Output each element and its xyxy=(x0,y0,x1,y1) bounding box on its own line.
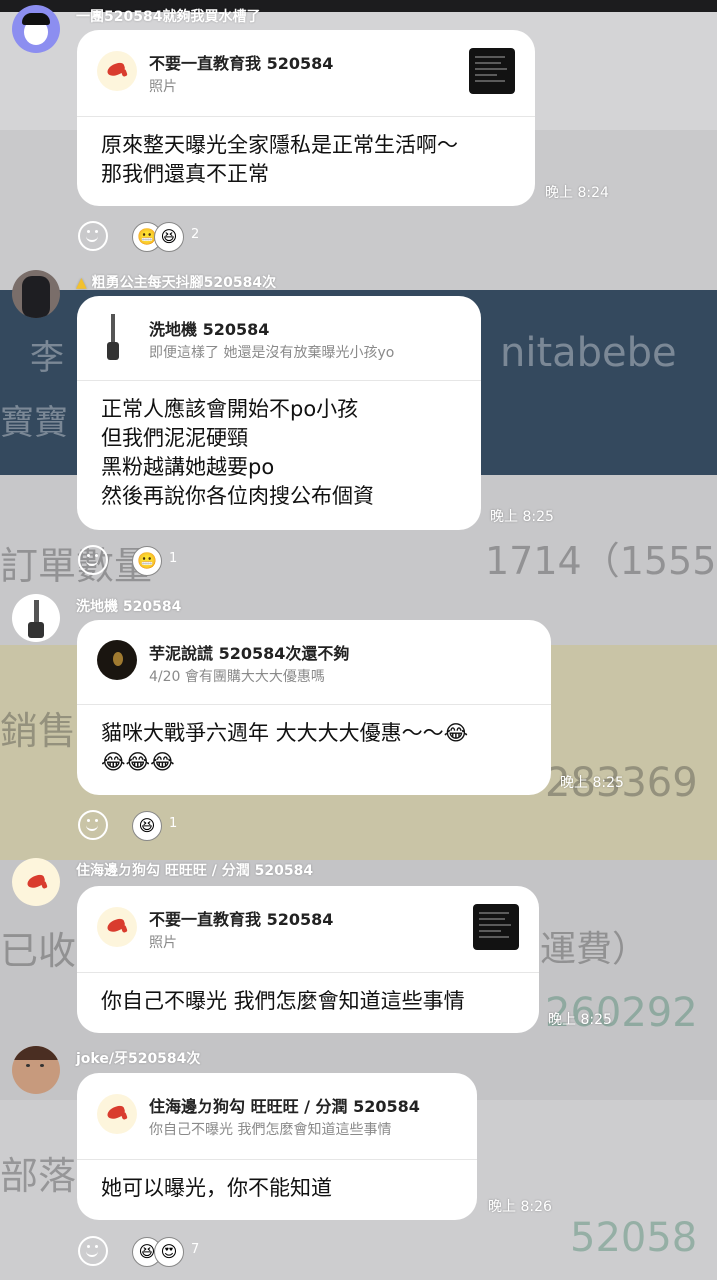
smile-icon[interactable] xyxy=(78,221,108,251)
message-text: 原來整天曝光全家隱私是正常生活啊～ 那我們還真不正常 xyxy=(77,117,535,203)
message-line: 然後再說你各位肉搜公布個資 xyxy=(101,484,374,508)
bg-text: 李 xyxy=(30,338,64,378)
avatar[interactable] xyxy=(12,5,60,53)
reply-name: 不要一直教育我 520584 xyxy=(149,910,334,929)
avatar[interactable] xyxy=(12,1046,60,1094)
message-line: 原來整天曝光全家隱私是正常生活啊～ xyxy=(101,133,458,157)
reply-preview[interactable]: 不要一直教育我 520584 照片 xyxy=(77,30,535,117)
message-text: 貓咪大戰爭六週年 大大大大優惠～～😂 😂😂😂 xyxy=(77,705,551,791)
bg-text: 1714（1555 xyxy=(485,539,717,583)
reply-text: 照片 xyxy=(149,935,177,951)
message-line: 正常人應該會開始不po小孩 xyxy=(101,397,359,421)
message-line: 黑粉越講她越要po xyxy=(101,455,275,479)
message-line: 那我們還真不正常 xyxy=(101,162,269,186)
bg-text: 52058 xyxy=(570,1215,698,1261)
reply-preview[interactable]: 洗地機 520584 即便這樣了 她還是沒有放棄曝光小孩yo xyxy=(77,296,481,381)
message-bubble[interactable]: 不要一直教育我 520584 照片 原來整天曝光全家隱私是正常生活啊～ 那我們還… xyxy=(77,30,535,206)
reply-text: 你自己不曝光 我們怎麼會知道這些事情 xyxy=(149,1122,392,1138)
message-line: 她可以曝光，你不能知道 xyxy=(101,1176,332,1200)
timestamp: 晚上 8:26 xyxy=(488,1199,552,1215)
bg-text: 寶寶 xyxy=(0,403,68,443)
sticker-icon: 😬 xyxy=(132,546,162,576)
crown-icon: ▲ xyxy=(76,275,87,291)
reply-name: 不要一直教育我 520584 xyxy=(149,54,334,73)
reply-name: 芋泥說謊 520584次還不夠 xyxy=(149,644,350,663)
sauce-logo-icon xyxy=(97,51,137,91)
message-line: 😂😂😂 xyxy=(101,750,175,774)
reaction-count: 1 xyxy=(169,816,178,831)
photo-thumbnail[interactable] xyxy=(469,48,515,94)
reaction-count: 1 xyxy=(169,551,178,566)
smile-icon[interactable] xyxy=(78,545,108,575)
message-bubble[interactable]: 芋泥說謊 520584次還不夠 4/20 會有團購大大大優惠嗎 貓咪大戰爭六週年… xyxy=(77,620,551,795)
reply-preview[interactable]: 不要一直教育我 520584 照片 xyxy=(77,886,539,973)
reaction-count: 7 xyxy=(191,1242,200,1257)
message-text: 她可以曝光，你不能知道 xyxy=(77,1160,477,1217)
avatar[interactable] xyxy=(12,858,60,906)
reply-text: 即便這樣了 她還是沒有放棄曝光小孩yo xyxy=(149,345,395,361)
dark-avatar-icon xyxy=(97,640,137,680)
reply-name: 住海邊ㄉ狗勾 旺旺旺 / 分潤 520584 xyxy=(149,1097,420,1116)
sender-name: joke/牙520584次 xyxy=(76,1051,201,1067)
sender-name: 一團520584就夠我買水槽了 xyxy=(76,9,261,25)
message-bubble[interactable]: 住海邊ㄉ狗勾 旺旺旺 / 分潤 520584 你自己不曝光 我們怎麼會知道這些事… xyxy=(77,1073,477,1220)
message-line: 但我們泥泥硬頸 xyxy=(101,426,248,450)
sender-name: 住海邊ㄉ狗勾 旺旺旺 / 分潤 520584 xyxy=(76,863,314,879)
reply-text: 4/20 會有團購大大大優惠嗎 xyxy=(149,669,325,685)
timestamp: 晚上 8:25 xyxy=(548,1012,612,1028)
bg-text: 訂單數量 xyxy=(0,544,153,588)
smile-icon[interactable] xyxy=(78,1236,108,1266)
sender-name: ▲ 粗勇公主每天抖腳520584次 xyxy=(76,275,277,291)
sticker-icon: 😆 xyxy=(132,811,162,841)
avatar[interactable] xyxy=(12,270,60,318)
timestamp: 晚上 8:24 xyxy=(545,185,609,201)
reply-name: 洗地機 520584 xyxy=(149,320,270,339)
vacuum-icon xyxy=(107,314,119,360)
message-line: 你自己不曝光 我們怎麼會知道這些事情 xyxy=(101,989,465,1013)
reply-preview[interactable]: 芋泥說謊 520584次還不夠 4/20 會有團購大大大優惠嗎 xyxy=(77,620,551,705)
message-text: 正常人應該會開始不po小孩 但我們泥泥硬頸 黑粉越講她越要po 然後再說你各位肉… xyxy=(77,381,481,525)
sticker-icon: 😆 xyxy=(154,222,184,252)
reply-text: 照片 xyxy=(149,79,177,95)
smile-icon[interactable] xyxy=(78,810,108,840)
timestamp: 晚上 8:25 xyxy=(490,509,554,525)
reaction-count: 2 xyxy=(191,227,200,242)
message-line: 貓咪大戰爭六週年 大大大大優惠～～😂 xyxy=(101,721,469,745)
avatar[interactable] xyxy=(12,594,60,642)
timestamp: 晚上 8:25 xyxy=(560,775,624,791)
sauce-logo-icon xyxy=(97,907,137,947)
bg-text: 運費） xyxy=(540,929,649,970)
bg-text: nitabebe xyxy=(500,330,677,376)
photo-thumbnail[interactable] xyxy=(473,904,519,950)
sender-name: 洗地機 520584 xyxy=(76,599,182,615)
message-bubble[interactable]: 洗地機 520584 即便這樣了 她還是沒有放棄曝光小孩yo 正常人應該會開始不… xyxy=(77,296,481,530)
message-text: 你自己不曝光 我們怎麼會知道這些事情 xyxy=(77,973,539,1030)
message-bubble[interactable]: 不要一直教育我 520584 照片 你自己不曝光 我們怎麼會知道這些事情 xyxy=(77,886,539,1033)
sauce-logo-icon xyxy=(97,1094,137,1134)
reply-preview[interactable]: 住海邊ㄉ狗勾 旺旺旺 / 分潤 520584 你自己不曝光 我們怎麼會知道這些事… xyxy=(77,1073,477,1160)
sticker-icon: 😍 xyxy=(154,1237,184,1267)
